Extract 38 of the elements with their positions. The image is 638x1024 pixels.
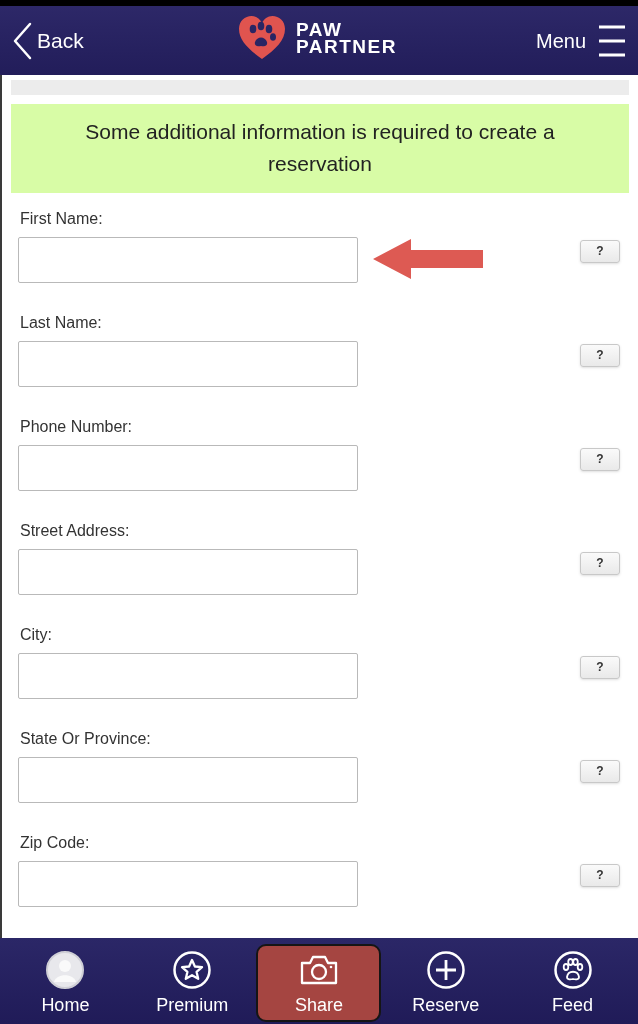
field-label: City: — [20, 625, 52, 645]
help-button[interactable]: ? — [580, 448, 620, 471]
help-button[interactable]: ? — [580, 240, 620, 263]
help-button[interactable]: ? — [580, 656, 620, 679]
field-label: Street Address: — [20, 521, 130, 541]
field-label: Phone Number: — [20, 417, 133, 437]
logo-text: PARTNER — [296, 38, 397, 55]
nav-tab[interactable]: Home — [2, 944, 128, 1022]
nav-tab[interactable]: Feed — [510, 944, 636, 1022]
plus-circle-icon — [426, 951, 465, 989]
nav-tab[interactable]: Reserve — [383, 944, 509, 1022]
field-label: First Name: — [20, 209, 103, 229]
field-label: State Or Province: — [20, 729, 151, 749]
logo-text: PAW — [296, 21, 344, 38]
menu-button[interactable]: Menu — [535, 24, 626, 57]
input-field[interactable] — [18, 757, 358, 803]
camera-icon — [300, 955, 338, 985]
input-field[interactable] — [18, 445, 358, 491]
help-button[interactable]: ? — [580, 760, 620, 783]
nav-tab[interactable]: Share — [256, 944, 382, 1022]
menu-icon — [598, 24, 626, 57]
help-button[interactable]: ? — [580, 552, 620, 575]
input-field[interactable] — [18, 237, 358, 283]
paw-icon — [553, 951, 592, 989]
nav-tab[interactable]: Premium — [129, 944, 255, 1022]
notice-banner: Some additional information is required to create a reservation — [11, 104, 629, 193]
input-field[interactable] — [18, 653, 358, 699]
help-button[interactable]: ? — [580, 864, 620, 887]
field-label: Last Name: — [20, 313, 102, 333]
avatar-icon — [46, 951, 85, 989]
field-label: Zip Code: — [20, 833, 90, 853]
input-field[interactable] — [18, 549, 358, 595]
chevron-left-icon — [12, 21, 32, 60]
back-button[interactable]: Back — [12, 21, 84, 60]
input-field[interactable] — [18, 861, 358, 907]
help-button[interactable]: ? — [580, 344, 620, 367]
heart-paw-logo-icon — [238, 15, 286, 61]
input-field[interactable] — [18, 341, 358, 387]
